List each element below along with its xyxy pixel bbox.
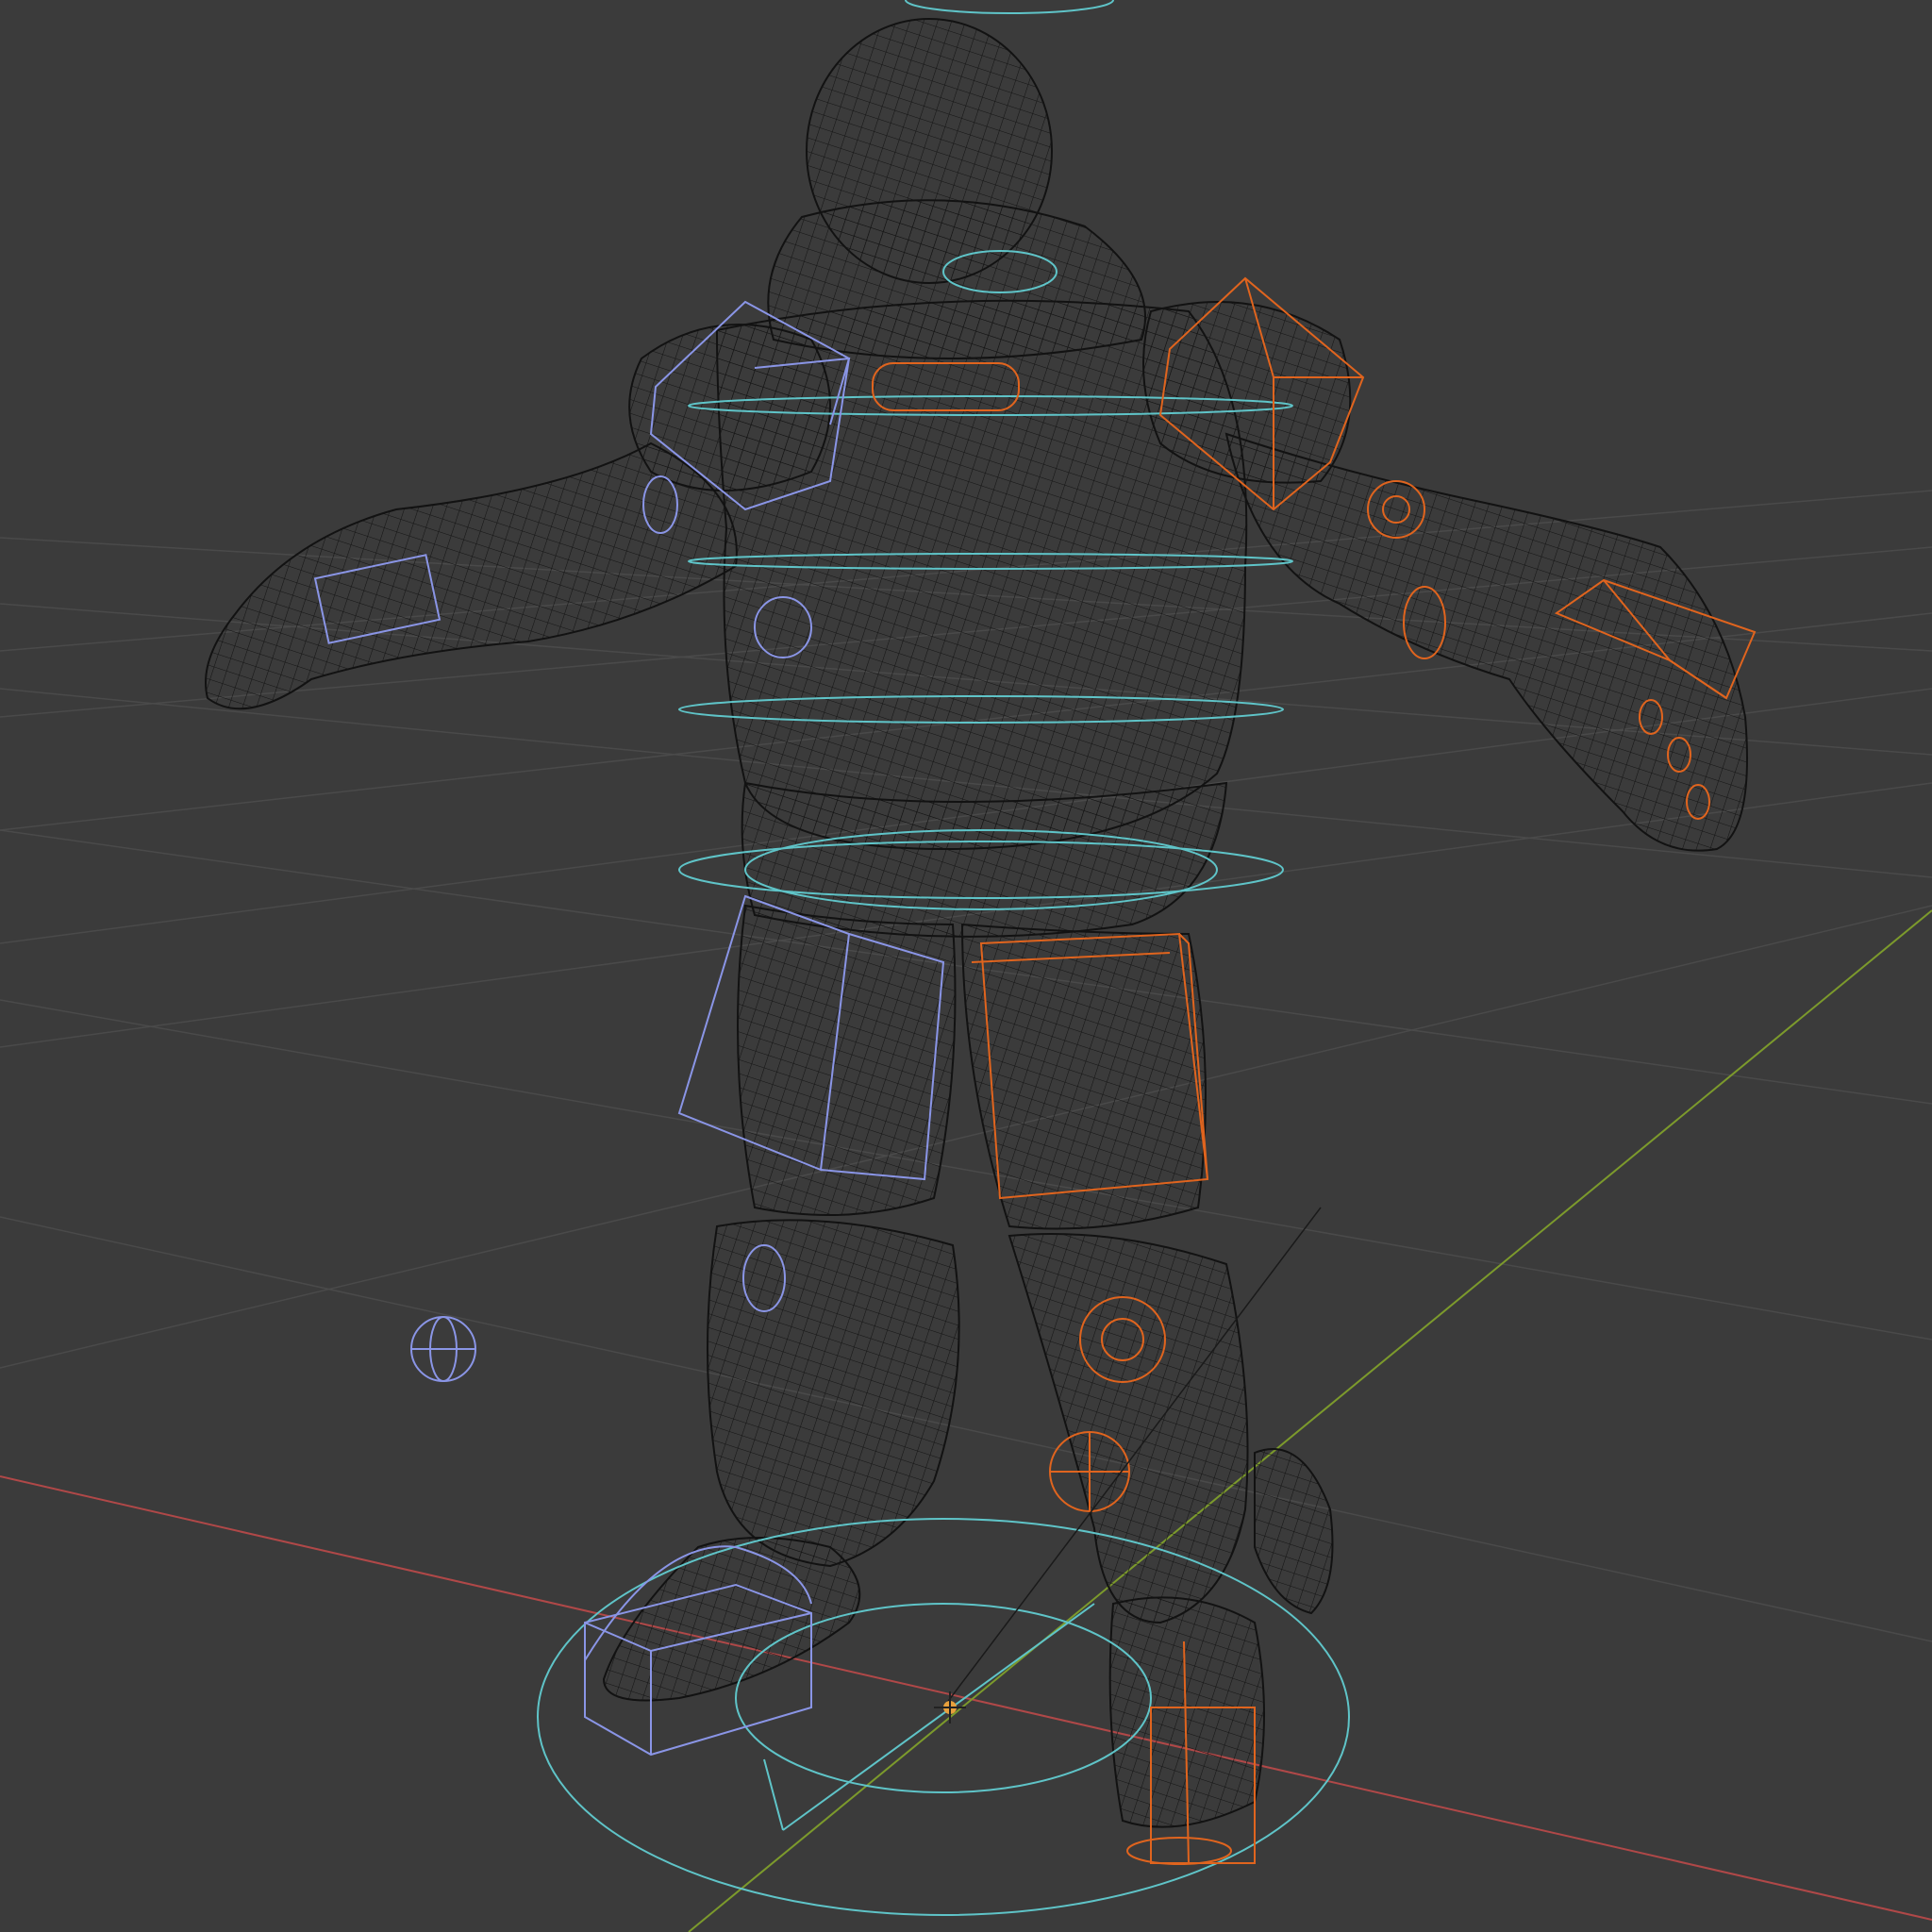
3d-viewport[interactable] — [0, 0, 1932, 1932]
rig-link-line — [763, 1758, 784, 1831]
viewport-canvas[interactable] — [0, 0, 1932, 1932]
